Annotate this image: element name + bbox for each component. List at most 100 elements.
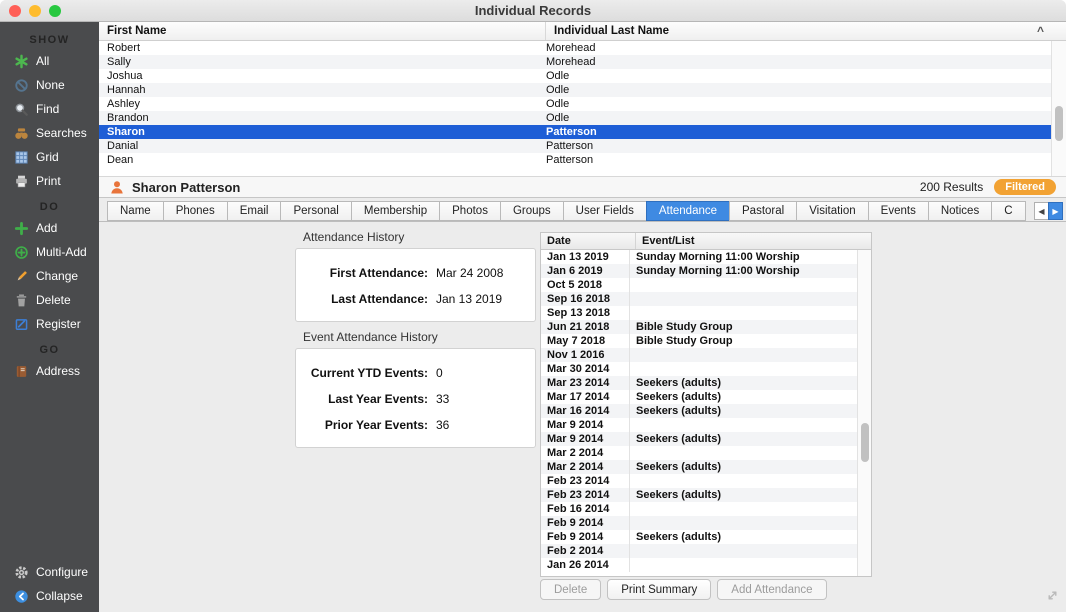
minimize-window-button[interactable] (29, 5, 41, 17)
sidebar-item-none[interactable]: None (0, 73, 99, 97)
tab-groups[interactable]: Groups (500, 201, 564, 221)
attendance-row[interactable]: Sep 13 2018 (541, 306, 857, 320)
record-row-brandon-odle[interactable]: BrandonOdle (99, 111, 1051, 125)
sidebar-item-searches[interactable]: Searches (0, 121, 99, 145)
record-row-joshua-odle[interactable]: JoshuaOdle (99, 69, 1051, 83)
resize-handle-icon[interactable] (1045, 588, 1060, 608)
attendance-row[interactable]: Jun 21 2018Bible Study Group (541, 320, 857, 334)
attendance-row[interactable]: Nov 1 2016 (541, 348, 857, 362)
attendance-row[interactable]: Mar 2 2014 (541, 446, 857, 460)
record-row-sharon-patterson[interactable]: SharonPatterson (99, 125, 1051, 139)
sidebar-item-find[interactable]: Find (0, 97, 99, 121)
attendance-row[interactable]: Mar 2 2014Seekers (adults) (541, 460, 857, 474)
tab-visitation[interactable]: Visitation (796, 201, 868, 221)
tab-events[interactable]: Events (868, 201, 929, 221)
last-name-cell: Odle (538, 112, 1051, 124)
column-header-last-name[interactable]: Individual Last Name ^ (546, 22, 1066, 40)
attendance-row[interactable]: Feb 23 2014Seekers (adults) (541, 488, 857, 502)
window-title: Individual Records (0, 3, 1066, 18)
tab-pastoral[interactable]: Pastoral (729, 201, 797, 221)
attendance-row[interactable]: Feb 16 2014 (541, 502, 857, 516)
attendance-row[interactable]: Mar 30 2014 (541, 362, 857, 376)
address-book-icon (13, 363, 29, 379)
last-name-cell: Patterson (538, 140, 1051, 152)
attendance-date-cell: Jan 26 2014 (541, 558, 630, 572)
tab-personal[interactable]: Personal (280, 201, 351, 221)
sidebar-item-delete[interactable]: Delete (0, 288, 99, 312)
sidebar-item-grid[interactable]: Grid (0, 145, 99, 169)
attendance-row[interactable]: Oct 5 2018 (541, 278, 857, 292)
delete-button[interactable]: Delete (540, 579, 601, 600)
sidebar-item-address[interactable]: Address (0, 359, 99, 383)
add-attendance-button[interactable]: Add Attendance (717, 579, 826, 600)
tab-c[interactable]: C (991, 201, 1025, 221)
column-header-first-name[interactable]: First Name (99, 22, 546, 40)
tab-user-fields[interactable]: User Fields (563, 201, 647, 221)
attendance-event-cell: Sunday Morning 11:00 Worship (630, 265, 857, 277)
attendance-row[interactable]: Jan 6 2019Sunday Morning 11:00 Worship (541, 264, 857, 278)
attendance-row[interactable]: Mar 9 2014Seekers (adults) (541, 432, 857, 446)
sidebar-item-collapse[interactable]: Collapse (0, 584, 99, 608)
attendance-row[interactable]: Mar 9 2014 (541, 418, 857, 432)
tab-scroll-left-button[interactable]: ◀ (1034, 202, 1049, 220)
attendance-history-panel: Attendance History First Attendance:Mar … (295, 230, 536, 322)
record-row-danial-patterson[interactable]: DanialPatterson (99, 139, 1051, 153)
filtered-badge[interactable]: Filtered (994, 179, 1056, 195)
records-scrollbar[interactable] (1051, 41, 1066, 176)
sidebar-item-print[interactable]: Print (0, 169, 99, 193)
column-header-date[interactable]: Date (541, 233, 636, 249)
tab-photos[interactable]: Photos (439, 201, 501, 221)
attendance-scrollbar[interactable] (857, 250, 871, 576)
sidebar-item-label: Configure (36, 565, 88, 579)
record-row-dean-patterson[interactable]: DeanPatterson (99, 153, 1051, 167)
record-row-sally-morehead[interactable]: SallyMorehead (99, 55, 1051, 69)
sidebar-item-all[interactable]: All (0, 49, 99, 73)
sidebar-item-change[interactable]: Change (0, 264, 99, 288)
attendance-row[interactable]: Jan 13 2019Sunday Morning 11:00 Worship (541, 250, 857, 264)
attendance-date-cell: Mar 2 2014 (541, 460, 630, 474)
attendance-row[interactable]: Feb 2 2014 (541, 544, 857, 558)
attendance-row[interactable]: Mar 17 2014Seekers (adults) (541, 390, 857, 404)
tab-email[interactable]: Email (227, 201, 282, 221)
tab-name[interactable]: Name (107, 201, 164, 221)
sidebar-item-register[interactable]: Register (0, 312, 99, 336)
attendance-row[interactable]: Mar 23 2014Seekers (adults) (541, 376, 857, 390)
attendance-row[interactable]: Mar 16 2014Seekers (adults) (541, 404, 857, 418)
attendance-history-field-value: Jan 13 2019 (428, 292, 521, 306)
attendance-date-cell: Jun 21 2018 (541, 320, 630, 334)
tab-membership[interactable]: Membership (351, 201, 440, 221)
attendance-row[interactable]: Feb 23 2014 (541, 474, 857, 488)
tab-scroll-right-button[interactable]: ▶ (1048, 202, 1063, 220)
record-row-robert-morehead[interactable]: RobertMorehead (99, 41, 1051, 55)
attendance-tab-content: Attendance History First Attendance:Mar … (99, 222, 1066, 612)
tab-attendance[interactable]: Attendance (646, 201, 730, 221)
column-header-event-list[interactable]: Event/List (636, 235, 871, 247)
records-scrollbar-thumb[interactable] (1055, 106, 1063, 141)
attendance-row[interactable]: May 7 2018Bible Study Group (541, 334, 857, 348)
record-row-ashley-odle[interactable]: AshleyOdle (99, 97, 1051, 111)
attendance-row[interactable]: Sep 16 2018 (541, 292, 857, 306)
tab-notices[interactable]: Notices (928, 201, 992, 221)
close-window-button[interactable] (9, 5, 21, 17)
attendance-history-field-label: Last Attendance: (310, 292, 428, 306)
record-row-hannah-odle[interactable]: HannahOdle (99, 83, 1051, 97)
attendance-rows: Jan 13 2019Sunday Morning 11:00 WorshipJ… (541, 250, 857, 576)
traffic-lights (9, 5, 61, 17)
collapse-arrow-icon (13, 588, 29, 604)
sidebar-item-multi-add[interactable]: Multi-Add (0, 240, 99, 264)
print-summary-button[interactable]: Print Summary (607, 579, 711, 600)
attendance-scrollbar-thumb[interactable] (861, 423, 869, 462)
attendance-row[interactable]: Feb 9 2014Seekers (adults) (541, 530, 857, 544)
sidebar-item-label: Add (36, 221, 57, 235)
sidebar-sections: SHOWAllNoneFindSearchesGridPrintDOAddMul… (0, 26, 99, 383)
last-name-cell: Patterson (538, 154, 1051, 166)
last-name-cell: Odle (538, 84, 1051, 96)
sidebar-item-configure[interactable]: Configure (0, 560, 99, 584)
sidebar-item-add[interactable]: Add (0, 216, 99, 240)
zoom-window-button[interactable] (49, 5, 61, 17)
records-rows: RobertMoreheadSallyMoreheadJoshuaOdleHan… (99, 41, 1051, 176)
tab-phones[interactable]: Phones (163, 201, 228, 221)
attendance-row[interactable]: Feb 9 2014 (541, 516, 857, 530)
attendance-row[interactable]: Jan 26 2014 (541, 558, 857, 572)
attendance-event-cell: Seekers (adults) (630, 377, 857, 389)
